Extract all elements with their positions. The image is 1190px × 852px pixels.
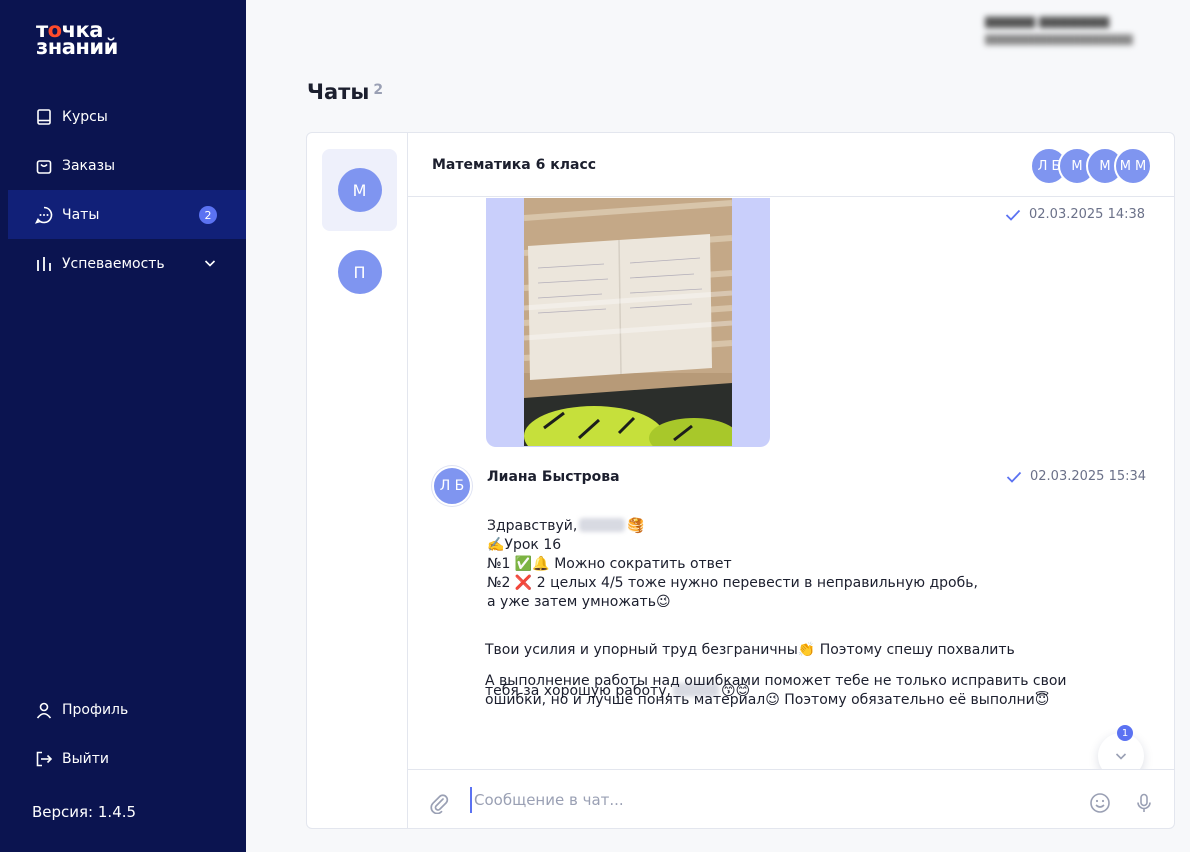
greeting-emoji: 🥞 [627,518,645,534]
sidebar: точка знаний Курсы Заказы Чаты 2 Успевае… [0,0,246,852]
paperclip-icon[interactable] [428,792,450,814]
user-name-blurred: ▆▆▆▆▆ ▆▆▆▆▆▆▆ [985,14,1110,29]
sidebar-item-courses[interactable]: Курсы [8,92,246,141]
sidebar-item-orders[interactable]: Заказы [8,141,246,190]
sidebar-item-profile[interactable]: Профиль [8,685,246,734]
chat-avatar: М [337,168,382,212]
sidebar-item-chats[interactable]: Чаты 2 [8,190,246,239]
chat-panel: М П Математика 6 класс Л Б М М М М 02.03… [306,132,1175,829]
chats-count: 2 [373,82,384,98]
chevron-down-icon [1115,753,1127,760]
sidebar-item-label: Курсы [62,108,108,125]
bar-chart-icon [34,254,54,274]
participant-avatar: М М [1114,147,1152,185]
greeting-text: Здравствуй, [487,518,578,534]
emoji-icon[interactable] [1089,792,1111,814]
image-message-time: 02.03.2025 14:38 [1005,207,1145,222]
chat-bubble-icon [34,205,54,225]
chat-avatar: П [337,250,382,294]
message-corrections: А выполнение работы над ошибками поможет… [485,673,1067,708]
homework-photo[interactable] [524,198,732,446]
user-email-blurred: ▆▆▆▆▆▆▆▆▆▆▆▆▆▆▆▆ [985,31,1133,45]
chat-header: Математика 6 класс Л Б М М М М [408,133,1174,197]
message-composer [408,769,1174,828]
chevron-down-icon[interactable] [202,255,218,271]
unread-badge: 1 [1117,725,1133,741]
sidebar-item-label: Выйти [62,750,110,767]
messages-area[interactable]: 02.03.2025 14:38 Л Б Лиана Быстрова 02.0… [408,198,1174,769]
sidebar-bottom: Профиль Выйти [8,685,246,783]
chat-participants[interactable]: Л Б М М М М [1030,147,1152,185]
image-message[interactable] [486,198,770,447]
logout-icon [34,749,54,769]
logo[interactable]: точка знаний [36,20,118,59]
sidebar-item-label: Заказы [62,157,116,174]
sender-name[interactable]: Лиана Быстрова [487,469,620,485]
timestamp: 02.03.2025 14:38 [1029,207,1146,222]
sidebar-nav: Курсы Заказы Чаты 2 Успеваемость [8,92,246,288]
sidebar-item-label: Чаты [62,206,100,223]
chat-list-item[interactable]: П [322,231,397,313]
message-greeting: Здравствуй, 🥞 [487,498,645,536]
logo-line2: знаний [36,35,118,59]
sidebar-item-label: Профиль [62,701,129,718]
sender-avatar[interactable]: Л Б [432,466,472,506]
chats-count-badge: 2 [199,206,217,224]
chat-list: М П [307,133,408,828]
message-time: 02.03.2025 15:34 [1006,469,1146,484]
blurred-name [579,518,626,532]
message-input[interactable] [470,787,1070,813]
user-info-blurred[interactable]: ▆▆▆▆▆ ▆▆▆▆▆▆▆ ▆▆▆▆▆▆▆▆▆▆▆▆▆▆▆▆ [985,14,1155,45]
book-icon [34,107,54,127]
sidebar-item-label: Успеваемость [62,255,165,272]
page-title-text: Чаты [307,80,370,104]
timestamp: 02.03.2025 15:34 [1030,469,1147,484]
praise-line1: Твои усилия и упорный труд безграничны👏 … [485,642,1015,658]
shopping-bag-icon [34,156,54,176]
user-icon [34,700,54,720]
sidebar-item-progress[interactable]: Успеваемость [8,239,246,288]
chat-list-item[interactable]: М [322,149,397,231]
page-title: Чаты 2 [307,80,383,104]
message-lesson-review: ✍️Урок 16 №1 ✅🔔 Можно сократить ответ №2… [487,537,978,610]
sidebar-item-logout[interactable]: Выйти [8,734,246,783]
microphone-icon[interactable] [1133,792,1155,814]
chat-main: Математика 6 класс Л Б М М М М 02.03.202… [408,133,1174,828]
check-icon [1006,471,1022,483]
chat-title: Математика 6 класс [432,157,597,173]
app-version: Версия: 1.4.5 [32,803,137,821]
check-icon [1005,209,1021,221]
